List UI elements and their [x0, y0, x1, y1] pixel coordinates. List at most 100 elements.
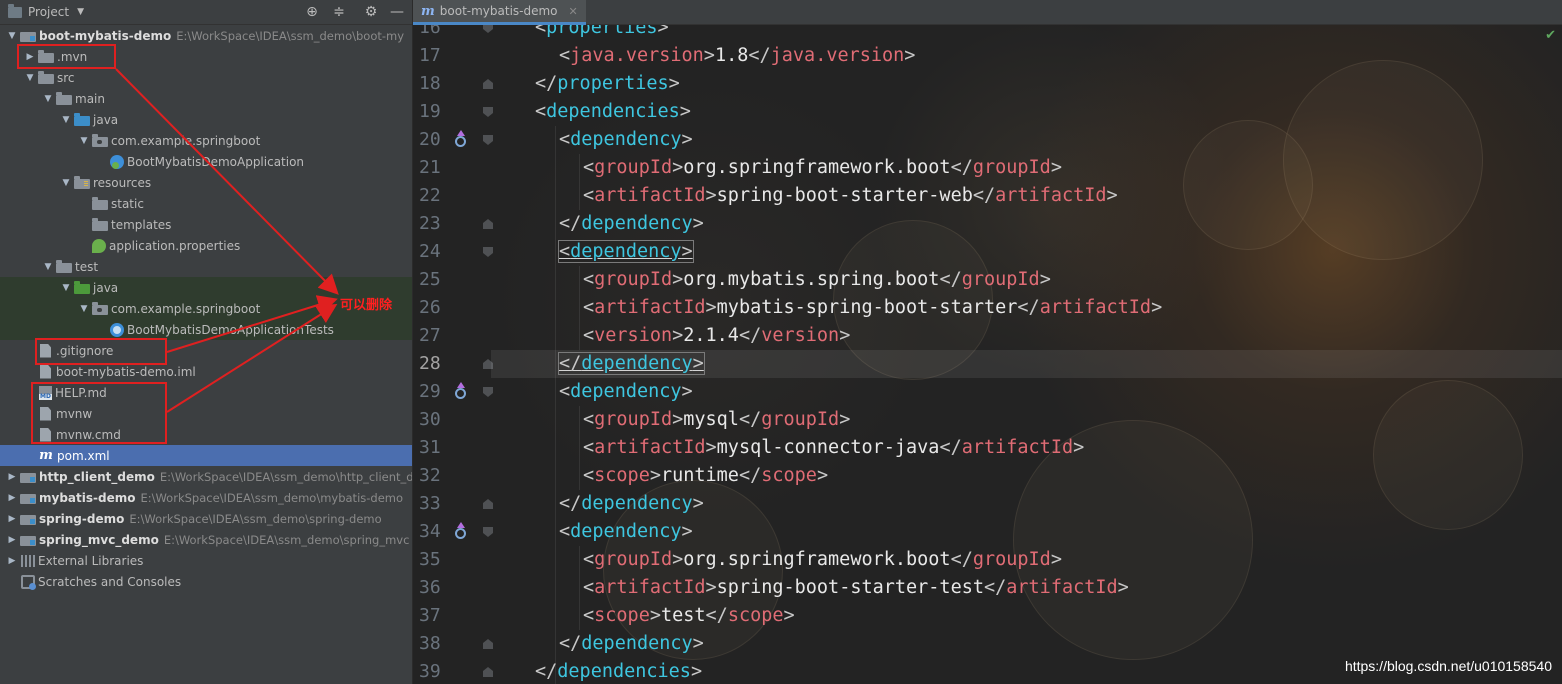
test-class-icon	[110, 322, 124, 337]
code-line[interactable]: <java.version>1.8</java.version>	[511, 42, 915, 70]
tree-row-folder[interactable]: ▼ test	[0, 256, 412, 277]
chevron-down-icon[interactable]: ▼	[78, 136, 90, 146]
hide-panel-icon[interactable]: —	[388, 3, 406, 21]
code-line[interactable]: </dependencies>	[511, 658, 702, 684]
chevron-down-icon[interactable]: ▼	[60, 283, 72, 293]
code-line[interactable]: <artifactId>mysql-connector-java</artifa…	[511, 434, 1084, 462]
tree-row-module[interactable]: ▶ spring_mvc_demo E:\WorkSpace\IDEA\ssm_de…	[0, 529, 412, 550]
code-line[interactable]: </properties>	[511, 70, 680, 98]
overrides-dependency-icon[interactable]	[453, 522, 467, 540]
chevron-down-icon[interactable]: ▼	[60, 178, 72, 188]
tree-row-scratches[interactable]: Scratches and Consoles	[0, 571, 412, 592]
tree-row-resources-folder[interactable]: ▼ resources	[0, 172, 412, 193]
chevron-down-icon[interactable]: ▼	[24, 73, 36, 83]
code-line[interactable]: <groupId>mysql</groupId>	[511, 406, 850, 434]
test-folder-icon	[74, 280, 90, 294]
code-line[interactable]: <scope>test</scope>	[511, 602, 795, 630]
tree-row-module[interactable]: ▶ http_client_demo E:\WorkSpace\IDEA\ssm_d…	[0, 466, 412, 487]
tree-row-external-libraries[interactable]: ▶ External Libraries	[0, 550, 412, 571]
overrides-dependency-icon[interactable]	[453, 130, 467, 148]
tree-item-label: mybatis-demo	[39, 490, 136, 505]
xml-bracket: </	[559, 213, 582, 234]
module-folder-icon	[20, 493, 36, 504]
chevron-down-icon[interactable]: ▼	[6, 31, 18, 41]
locate-target-icon[interactable]: ⊕	[303, 3, 321, 21]
project-view-selector[interactable]: Project ▼	[8, 3, 84, 19]
tree-row-file[interactable]: application.properties	[0, 235, 412, 256]
fold-end-icon[interactable]	[483, 79, 493, 89]
tree-row-class[interactable]: BootMybatisDemoApplication	[0, 151, 412, 172]
chevron-right-icon[interactable]: ▶	[6, 535, 18, 545]
overrides-dependency-icon[interactable]	[453, 382, 467, 400]
chevron-down-icon[interactable]: ▼	[42, 94, 54, 104]
folder-icon	[92, 196, 108, 210]
tree-row-module[interactable]: ▼ boot-mybatis-demo E:\WorkSpace\IDEA\ssm_…	[0, 25, 412, 46]
tree-row-folder[interactable]: templates	[0, 214, 412, 235]
xml-tag-name: groupId	[961, 269, 1040, 290]
project-panel-title: Project	[28, 5, 70, 19]
line-number: 21	[419, 157, 441, 178]
code-line[interactable]: <dependency>	[511, 126, 693, 154]
line-number: 33	[419, 493, 441, 514]
code-line[interactable]: <dependencies>	[511, 98, 691, 126]
code-line[interactable]: <dependency>	[511, 238, 694, 266]
annotation-label: 可以删除	[340, 298, 393, 313]
close-icon[interactable]: ✕	[569, 5, 578, 18]
gear-icon[interactable]: ⚙	[362, 3, 380, 21]
tree-item-label: External Libraries	[38, 553, 144, 568]
code-line[interactable]: </dependency>	[511, 210, 704, 238]
code-line[interactable]: <artifactId>spring-boot-starter-test</ar…	[511, 574, 1129, 602]
chevron-right-icon[interactable]: ▶	[6, 514, 18, 524]
fold-end-icon[interactable]	[483, 499, 493, 509]
code-line[interactable]: </dependency>	[511, 630, 704, 658]
tree-row-source-folder[interactable]: ▼ java	[0, 109, 412, 130]
code-line[interactable]: </dependency>	[491, 350, 1562, 378]
xml-bracket: >	[1050, 157, 1062, 178]
code-line[interactable]: </dependency>	[511, 490, 704, 518]
tree-row-folder[interactable]: ▼ main	[0, 88, 412, 109]
xml-bracket: <	[583, 325, 595, 346]
tab-pom-xml[interactable]: m boot-mybatis-demo ✕	[413, 0, 586, 25]
code-line[interactable]: <groupId>org.springframework.boot</group…	[511, 154, 1062, 182]
chevron-right-icon[interactable]: ▶	[6, 493, 18, 503]
code-line[interactable]: <scope>runtime</scope>	[511, 462, 828, 490]
line-number: 22	[419, 185, 441, 206]
code-line[interactable]: <artifactId>spring-boot-starter-web</art…	[511, 182, 1118, 210]
chevron-down-icon[interactable]: ▼	[60, 115, 72, 125]
xml-bracket: </	[705, 605, 728, 626]
tree-row-pom[interactable]: m pom.xml	[0, 445, 412, 466]
tree-item-path: E:\WorkSpace\IDEA\ssm_demo\boot-my	[176, 28, 405, 43]
tree-row-package[interactable]: ▼ com.example.springboot	[0, 130, 412, 151]
tree-row-folder[interactable]: static	[0, 193, 412, 214]
chevron-right-icon[interactable]: ▶	[6, 556, 18, 566]
code-line[interactable]: <dependency>	[511, 518, 693, 546]
code-line[interactable]: <artifactId>mybatis-spring-boot-starter<…	[511, 294, 1162, 322]
code-line[interactable]: <dependency>	[511, 378, 693, 406]
fold-start-icon[interactable]	[483, 135, 493, 145]
tree-row-test-class[interactable]: BootMybatisDemoApplicationTests	[0, 319, 412, 340]
fold-start-icon[interactable]	[483, 247, 493, 257]
inspection-ok-icon[interactable]: ✔	[1545, 28, 1556, 43]
code-line[interactable]: <version>2.1.4</version>	[511, 322, 850, 350]
xml-bracket: <	[583, 157, 595, 178]
chevron-down-icon[interactable]: ▼	[78, 304, 90, 314]
fold-start-icon[interactable]	[483, 387, 493, 397]
code-line[interactable]: <groupId>org.mybatis.spring.boot</groupI…	[511, 266, 1051, 294]
tree-row-module[interactable]: ▶ spring-demo E:\WorkSpace\IDEA\ssm_demo\s…	[0, 508, 412, 529]
fold-start-icon[interactable]	[483, 527, 493, 537]
tree-row-module[interactable]: ▶ mybatis-demo E:\WorkSpace\IDEA\ssm_demo\…	[0, 487, 412, 508]
line-number: 36	[419, 577, 441, 598]
chevron-right-icon[interactable]: ▶	[6, 472, 18, 482]
code-line[interactable]: <groupId>org.springframework.boot</group…	[511, 546, 1062, 574]
xml-bracket: <	[583, 577, 595, 598]
xml-bracket: <	[583, 605, 595, 626]
collapse-all-icon[interactable]: ≑	[330, 3, 348, 21]
chevron-down-icon[interactable]: ▼	[42, 262, 54, 272]
circle-icon	[455, 136, 466, 147]
tree-row-folder[interactable]: ▼ src	[0, 67, 412, 88]
fold-start-icon[interactable]	[483, 107, 493, 117]
fold-end-icon[interactable]	[483, 639, 493, 649]
fold-end-icon[interactable]	[483, 219, 493, 229]
code-editor[interactable]: m boot-mybatis-demo ✕ ✔ 16 17 18 19 20 21 22 23…	[413, 0, 1562, 684]
fold-end-icon[interactable]	[483, 667, 493, 677]
